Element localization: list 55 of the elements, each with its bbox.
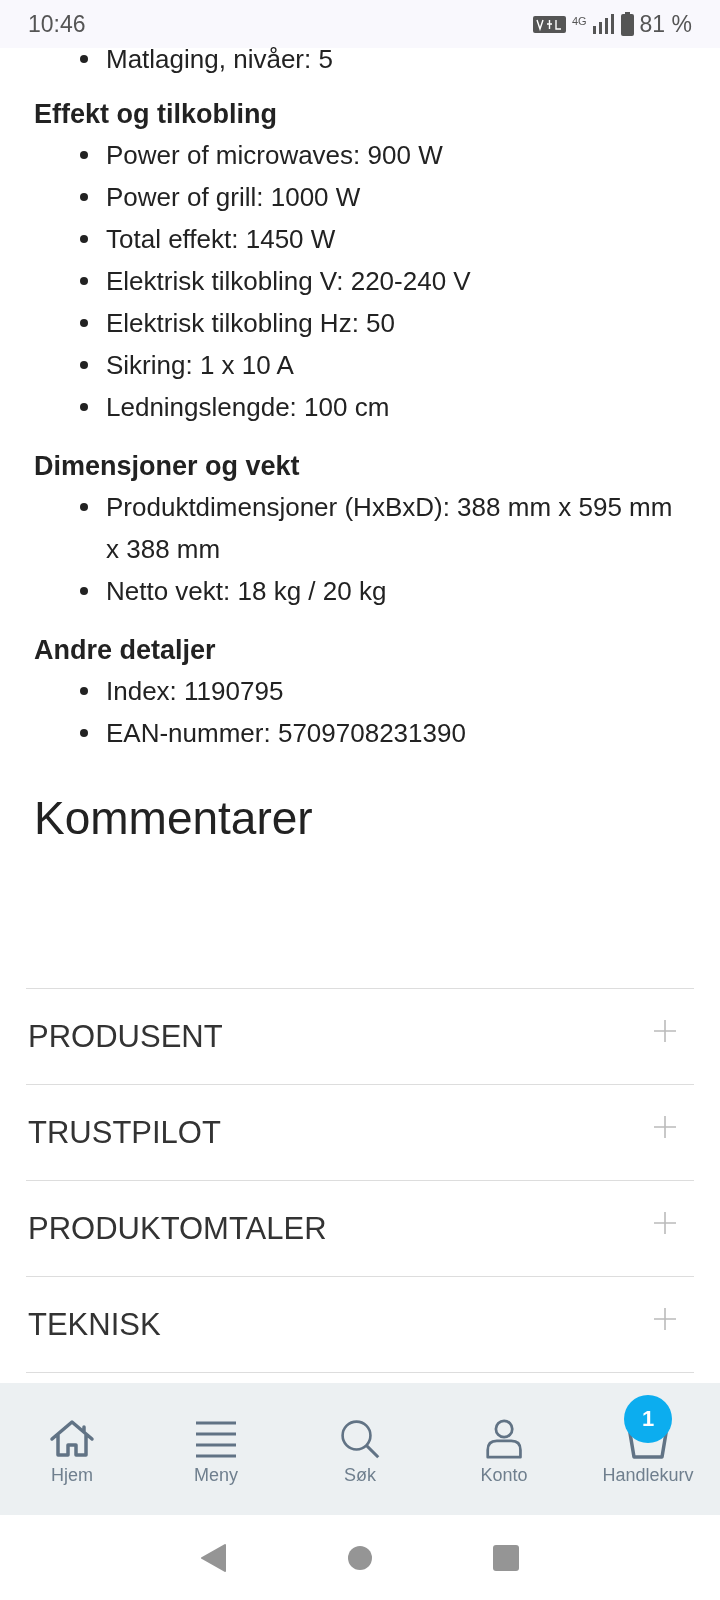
battery-level: 81 % — [639, 10, 692, 38]
plus-icon — [654, 1307, 676, 1330]
accordion-header[interactable]: TRUSTPILOT — [26, 1085, 694, 1181]
menu-icon — [194, 1419, 238, 1459]
clock: 10:46 — [28, 10, 86, 38]
bullet-icon — [80, 403, 88, 411]
list-item: Power of microwaves: 900 W — [106, 139, 443, 172]
list-item: Netto vekt: 18 kg / 20 kg — [106, 575, 387, 608]
bullet-icon — [80, 361, 88, 369]
list-item: Total effekt: 1450 W — [106, 223, 336, 256]
accordion-header[interactable]: TEKNISK — [26, 1277, 694, 1373]
comments-heading: Kommentarer — [34, 791, 314, 846]
back-icon[interactable] — [201, 1543, 227, 1572]
list-item: Power of grill: 1000 W — [106, 181, 361, 214]
nav-tab[interactable]: 1 Handlekurv — [576, 1383, 720, 1515]
bullet-icon — [80, 277, 88, 285]
list-item: Elektrisk tilkobling V: 220-240 V — [106, 265, 471, 298]
volte-icon — [532, 15, 566, 33]
home-icon — [48, 1419, 96, 1459]
bullet-icon — [80, 193, 88, 201]
nav-tab[interactable]: Søk — [288, 1383, 432, 1515]
list-item: Elektrisk tilkobling Hz: 50 — [106, 307, 395, 340]
plus-icon — [654, 1019, 676, 1042]
list-item: Sikring: 1 x 10 A — [106, 349, 294, 382]
bullet-icon — [80, 687, 88, 695]
search-icon — [340, 1419, 380, 1459]
bullet-icon — [80, 235, 88, 243]
nav-tab[interactable]: Hjem — [0, 1383, 144, 1515]
bullet-icon — [80, 151, 88, 159]
list-item: Index: 1190795 — [106, 675, 284, 708]
nav-tab[interactable]: Meny — [144, 1383, 288, 1515]
bullet-icon — [80, 55, 88, 63]
plus-icon — [654, 1115, 676, 1138]
bullet-icon — [80, 729, 88, 737]
home-button-icon[interactable] — [347, 1544, 373, 1571]
section-heading: Dimensjoner og vekt — [34, 450, 301, 483]
network-type: 4G — [571, 14, 587, 27]
bullet-icon — [80, 319, 88, 327]
accordion-header[interactable]: PRODUKTOMTALER — [26, 1181, 694, 1277]
bullet-icon — [80, 587, 88, 595]
signal-icon — [592, 14, 615, 34]
plus-icon — [654, 1211, 676, 1234]
accordion-header[interactable]: PRODUSENT — [26, 989, 694, 1085]
list-item: EAN-nummer: 5709708231390 — [106, 717, 466, 750]
list-item: Matlaging, nivåer: 5 — [106, 43, 333, 76]
cart-count-badge: 1 — [624, 1395, 672, 1443]
recents-icon[interactable] — [493, 1544, 519, 1571]
nav-tab[interactable]: Konto — [432, 1383, 576, 1515]
section-heading: Effekt og tilkobling — [34, 98, 278, 131]
battery-icon — [620, 12, 634, 36]
list-item: Ledningslengde: 100 cm — [106, 391, 390, 424]
bullet-icon — [80, 503, 88, 511]
person-icon — [484, 1419, 524, 1459]
list-item: Produktdimensjoner (HxBxD): 388 mm x 595 mm x 388 mm — [106, 491, 674, 566]
section-heading: Andre detaljer — [34, 634, 217, 667]
